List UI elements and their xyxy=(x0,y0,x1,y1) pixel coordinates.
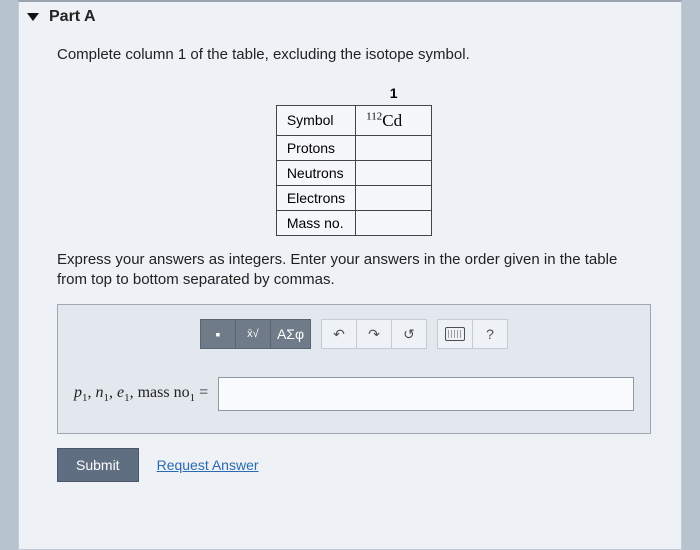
row-label-symbol: Symbol xyxy=(276,106,355,136)
request-answer-link[interactable]: Request Answer xyxy=(157,457,259,473)
keyboard-icon xyxy=(445,327,465,341)
keyboard-button[interactable] xyxy=(437,319,473,349)
row-label-neutrons: Neutrons xyxy=(276,160,355,185)
fraction-root-button[interactable]: x̄√ xyxy=(235,319,271,349)
answer-row: p1, n1, e1, mass no1 = xyxy=(74,377,634,411)
row-label-protons: Protons xyxy=(276,135,355,160)
row-value-electrons xyxy=(356,185,432,210)
answer-input[interactable] xyxy=(218,377,634,411)
part-title: Part A xyxy=(49,8,96,26)
undo-icon: ↶ xyxy=(333,326,345,343)
table-row: Neutrons xyxy=(276,160,431,185)
column-number: 1 xyxy=(356,81,432,106)
table-row: Electrons xyxy=(276,185,431,210)
reset-icon: ↺ xyxy=(403,326,415,343)
row-value-symbol: 112Cd xyxy=(356,106,432,136)
greek-button[interactable]: ΑΣφ xyxy=(270,319,311,349)
instruction-1: Complete column 1 of the table, excludin… xyxy=(57,46,651,63)
answer-box: ▪ x̄√ ΑΣφ ↶ ↷ ↺ ? p1, n1, e1, mass no1 = xyxy=(57,304,651,434)
table-row: Mass no. xyxy=(276,210,431,235)
part-header[interactable]: Part A xyxy=(19,2,681,36)
table-row: Symbol 112Cd xyxy=(276,106,431,136)
row-value-neutrons xyxy=(356,160,432,185)
row-value-massno xyxy=(356,210,432,235)
undo-button[interactable]: ↶ xyxy=(321,319,357,349)
reset-button[interactable]: ↺ xyxy=(391,319,427,349)
question-panel: Part A Complete column 1 of the table, e… xyxy=(18,0,682,550)
row-value-protons xyxy=(356,135,432,160)
row-label-electrons: Electrons xyxy=(276,185,355,210)
table-row: Protons xyxy=(276,135,431,160)
actions-row: Submit Request Answer xyxy=(57,448,651,482)
answer-lhs: p1, n1, e1, mass no1 = xyxy=(74,384,208,404)
row-label-massno: Mass no. xyxy=(276,210,355,235)
templates-icon: ▪ xyxy=(215,326,220,342)
help-button[interactable]: ? xyxy=(472,319,508,349)
collapse-icon xyxy=(27,13,39,21)
fraction-root-icon: x̄√ xyxy=(247,328,259,340)
redo-button[interactable]: ↷ xyxy=(356,319,392,349)
submit-button[interactable]: Submit xyxy=(57,448,139,482)
isotope-table-wrap: 1 Symbol 112Cd Protons Neutrons xyxy=(57,81,651,236)
redo-icon: ↷ xyxy=(368,326,380,343)
equation-toolbar: ▪ x̄√ ΑΣφ ↶ ↷ ↺ ? xyxy=(74,319,634,349)
instruction-2: Express your answers as integers. Enter … xyxy=(57,250,651,291)
templates-button[interactable]: ▪ xyxy=(200,319,236,349)
question-body: Complete column 1 of the table, excludin… xyxy=(19,36,681,492)
isotope-table: 1 Symbol 112Cd Protons Neutrons xyxy=(276,81,432,236)
